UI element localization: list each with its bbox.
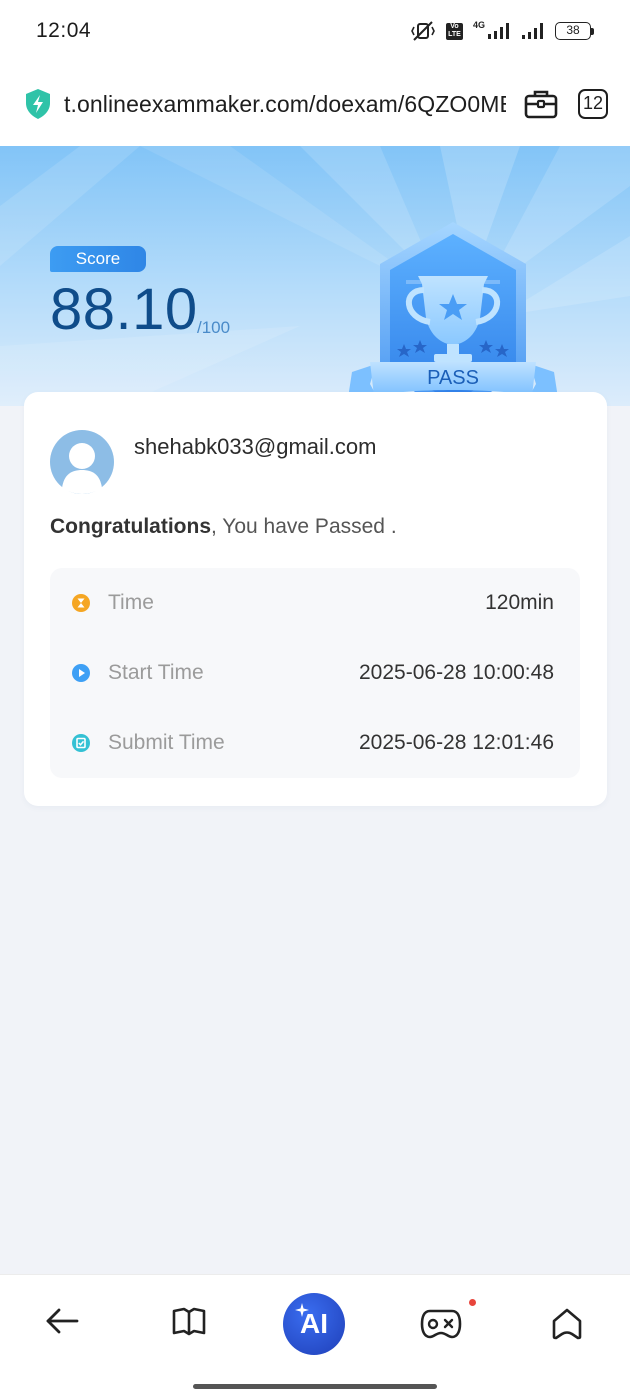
home-indicator[interactable]	[193, 1384, 437, 1389]
notification-dot	[469, 1299, 476, 1306]
detail-value: 2025-06-28 12:01:46	[359, 731, 554, 754]
avatar	[50, 430, 114, 494]
detail-row-submit-time: Submit Time 2025-06-28 12:01:46	[50, 723, 580, 763]
home-icon[interactable]	[550, 1307, 584, 1341]
ai-assistant-button[interactable]: AI	[283, 1293, 345, 1355]
address-bar[interactable]: t.onlineexammaker.com/doexam/6QZO0ME 12	[0, 62, 630, 146]
bottom-nav: AI	[0, 1274, 630, 1400]
detail-label: Time	[108, 591, 154, 614]
result-message: Congratulations, You have Passed .	[50, 515, 397, 539]
score-label: Score	[50, 246, 146, 272]
signal-icon	[487, 22, 511, 40]
score-value: 88.10	[50, 277, 198, 342]
play-icon	[71, 663, 91, 683]
result-message-rest: , You have Passed .	[211, 515, 397, 538]
network-type: 4G	[472, 20, 485, 30]
submit-icon	[71, 733, 91, 753]
vibrate-mute-icon	[410, 20, 436, 42]
pass-badge-text: PASS	[427, 367, 479, 389]
battery-level: 38	[555, 22, 591, 40]
result-card: shehabk033@gmail.com Congratulations, Yo…	[24, 392, 607, 806]
bookmarks-book-icon[interactable]	[171, 1307, 207, 1337]
detail-label: Start Time	[108, 661, 204, 684]
secure-shield-icon[interactable]	[24, 88, 52, 120]
volte-icon: Vo LTE	[445, 22, 463, 40]
detail-label: Submit Time	[108, 731, 225, 754]
detail-value: 120min	[485, 591, 554, 614]
exam-details: Time 120min Start Time 2025-06-28 10:00:…	[50, 568, 580, 778]
pass-badge: PASS	[346, 218, 560, 406]
result-message-strong: Congratulations	[50, 515, 211, 538]
battery-icon: 38	[555, 22, 594, 40]
briefcase-icon[interactable]	[524, 88, 558, 120]
hourglass-icon	[71, 593, 91, 613]
score-max: /100	[197, 318, 231, 337]
status-time: 12:04	[36, 19, 92, 42]
status-bar: 12:04 Vo LTE 4G 38	[0, 0, 630, 62]
sparkle-icon	[295, 1303, 309, 1317]
status-icons: Vo LTE 4G 38	[410, 20, 594, 42]
detail-row-start-time: Start Time 2025-06-28 10:00:48	[50, 653, 580, 693]
detail-row-time: Time 120min	[50, 583, 580, 623]
signal-icon-2	[521, 22, 545, 40]
detail-value: 2025-06-28 10:00:48	[359, 661, 554, 684]
games-controller-icon[interactable]	[420, 1307, 462, 1341]
score-hero: Score 88.10 /100 PASS	[0, 146, 630, 406]
user-email: shehabk033@gmail.com	[134, 434, 377, 459]
back-arrow-icon[interactable]	[44, 1305, 80, 1337]
tabs-count-button[interactable]: 12	[578, 89, 608, 119]
url-text[interactable]: t.onlineexammaker.com/doexam/6QZO0ME	[64, 91, 506, 118]
